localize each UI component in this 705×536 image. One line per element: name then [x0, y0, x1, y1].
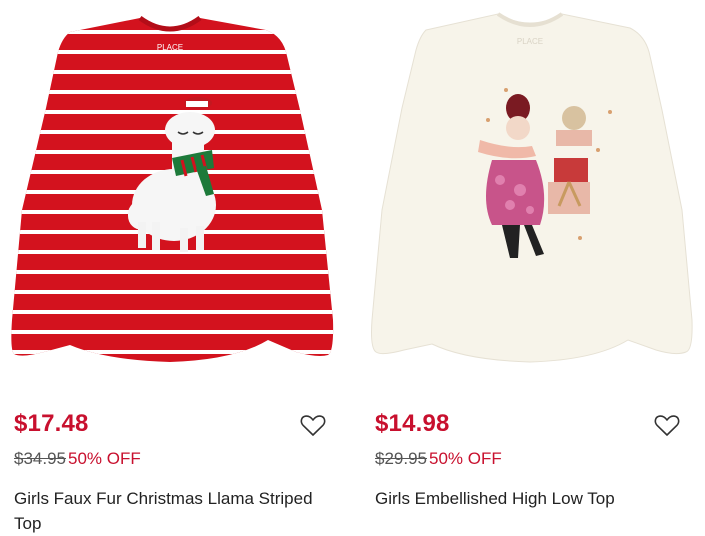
product-title-link[interactable]: Girls Faux Fur Christmas Llama Striped T…: [14, 489, 313, 533]
product-card: PLACE: [360, 0, 700, 534]
product-image[interactable]: PLACE: [0, 0, 340, 372]
wishlist-heart-icon[interactable]: [654, 414, 680, 438]
original-price-row: $29.95 50% OFF: [375, 449, 502, 469]
original-price-row: $34.95 50% OFF: [14, 449, 141, 469]
original-price: $29.95: [375, 449, 427, 468]
product-title-link[interactable]: Girls Embellished High Low Top: [375, 489, 615, 508]
shirt-stripe: [11, 110, 334, 114]
product-image[interactable]: PLACE: [360, 0, 700, 372]
product-title[interactable]: Girls Faux Fur Christmas Llama Striped T…: [14, 486, 334, 536]
sale-price: $14.98: [375, 410, 450, 437]
shirt-stripe: [11, 270, 334, 274]
shirt-stripe: [11, 250, 334, 254]
discount-label: 50% OFF: [429, 449, 502, 468]
shirt-stripe: [11, 310, 334, 314]
product-grid: PLACE $17.48 $34.95 50% OFF Girls Faux F…: [0, 0, 705, 534]
product-card: PLACE: [0, 0, 340, 534]
discount-label: 50% OFF: [68, 449, 141, 468]
shirt-stripe: [11, 330, 334, 334]
shirt-tag-text: PLACE: [517, 37, 543, 46]
price-row: $17.48: [14, 410, 340, 450]
product-title[interactable]: Girls Embellished High Low Top: [375, 486, 695, 511]
shirt-stripe: [11, 290, 334, 294]
original-price: $34.95: [14, 449, 66, 468]
shirt-stripe: [11, 90, 334, 94]
shirt-stripe: [11, 150, 334, 154]
shirt-tag-text: PLACE: [157, 43, 183, 52]
wishlist-heart-icon[interactable]: [300, 414, 326, 438]
sale-price: $17.48: [14, 410, 89, 437]
price-row: $14.98: [375, 410, 700, 450]
